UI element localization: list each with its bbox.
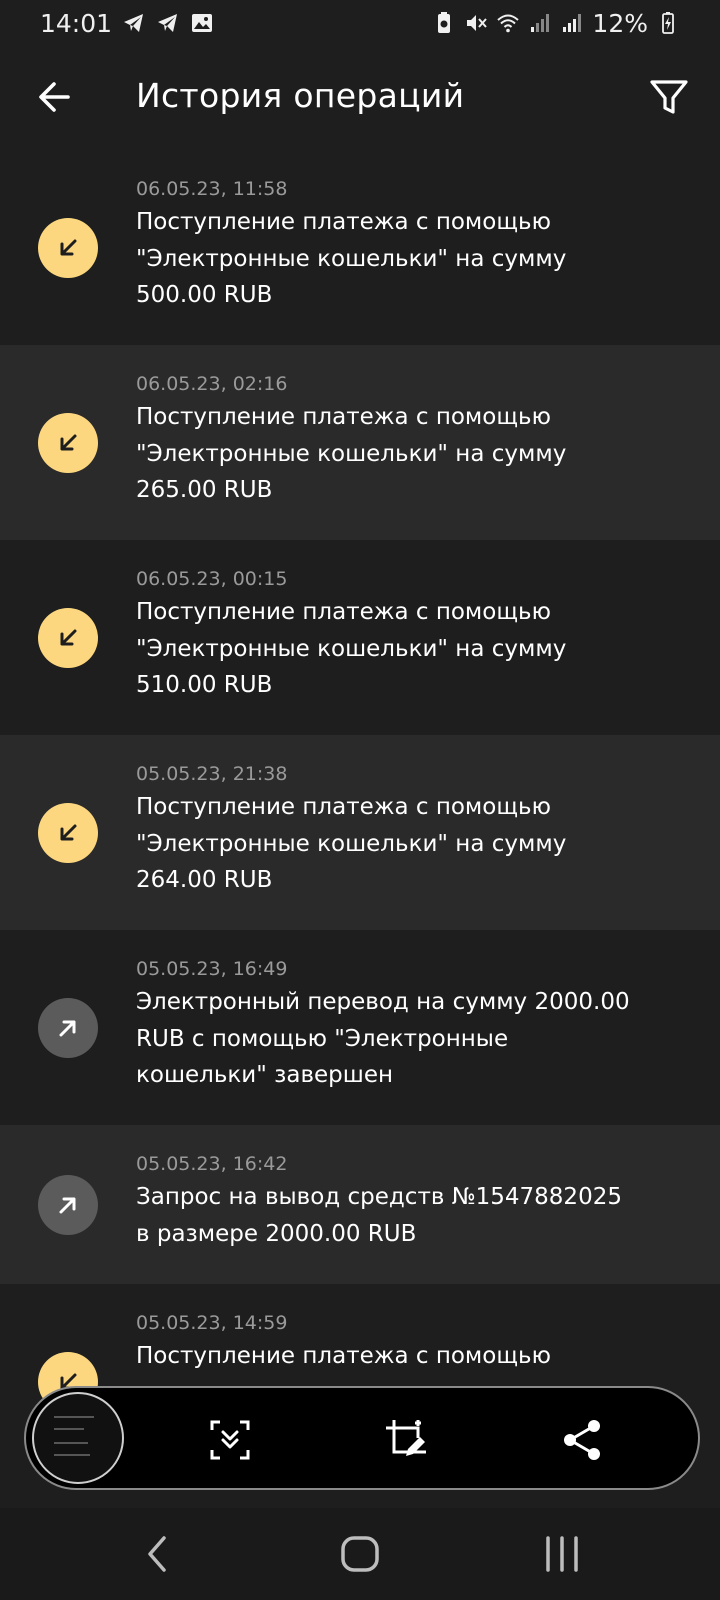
screenshot-thumbnail[interactable] — [32, 1392, 124, 1484]
nav-home-icon[interactable] — [336, 1530, 384, 1578]
wifi-icon — [497, 14, 520, 33]
battery-percent: 12% — [592, 8, 648, 38]
operation-text: Запрос на вывод средств №1547882025 в ра… — [136, 1184, 622, 1247]
telegram-icon — [158, 14, 178, 32]
operation-date: 05.05.23, 14:59 — [136, 1312, 288, 1334]
operation-item[interactable]: 05.05.23, 16:42 Запрос на вывод средств … — [0, 1125, 720, 1284]
mute-icon — [467, 15, 488, 31]
operation-item[interactable]: 06.05.23, 00:15 Поступление платежа с по… — [0, 540, 720, 735]
operation-date: 05.05.23, 16:49 — [136, 958, 288, 980]
battery-charging-icon — [662, 12, 674, 34]
operation-text: Поступление платежа с помощью "Электронн… — [136, 209, 567, 308]
nav-recents-icon[interactable] — [538, 1530, 586, 1578]
operation-item[interactable]: 06.05.23, 11:58 Поступление платежа с по… — [0, 150, 720, 345]
outgoing-arrow-icon — [38, 1175, 98, 1235]
operation-date: 05.05.23, 21:38 — [136, 763, 288, 785]
status-right: 12% — [432, 9, 680, 38]
nav-back-icon[interactable] — [134, 1530, 182, 1578]
scroll-capture-icon[interactable] — [206, 1416, 254, 1464]
incoming-arrow-icon — [38, 413, 98, 473]
operation-text: Поступление платежа с помощью "Электронн… — [136, 794, 567, 893]
operations-list: 06.05.23, 11:58 Поступление платежа с по… — [0, 150, 720, 1479]
battery-saver-icon — [438, 12, 451, 33]
telegram-icon — [124, 14, 144, 32]
operation-date: 05.05.23, 16:42 — [136, 1153, 288, 1175]
navigation-bar — [0, 1508, 720, 1600]
operation-date: 06.05.23, 00:15 — [136, 568, 288, 590]
share-icon[interactable] — [558, 1416, 606, 1464]
operation-text: Поступление платежа с помощью — [136, 1343, 551, 1369]
operation-item[interactable]: 05.05.23, 21:38 Поступление платежа с по… — [0, 735, 720, 930]
outgoing-arrow-icon — [38, 998, 98, 1058]
incoming-arrow-icon — [38, 803, 98, 863]
incoming-arrow-icon — [38, 218, 98, 278]
filter-button[interactable] — [644, 72, 694, 122]
page-title: История операций — [136, 76, 465, 115]
gallery-icon — [192, 14, 213, 32]
operation-text: Поступление платежа с помощью "Электронн… — [136, 404, 567, 503]
signal-icon — [563, 14, 582, 32]
operation-date: 06.05.23, 02:16 — [136, 373, 288, 395]
status-bar: 14:01 12% — [0, 0, 720, 46]
crop-edit-icon[interactable] — [382, 1416, 430, 1464]
operation-item[interactable]: 05.05.23, 16:49 Электронный перевод на с… — [0, 930, 720, 1125]
operation-date: 06.05.23, 11:58 — [136, 178, 288, 200]
operation-item[interactable]: 06.05.23, 02:16 Поступление платежа с по… — [0, 345, 720, 540]
signal-icon — [531, 14, 550, 32]
app-bar: История операций — [0, 46, 720, 150]
screen: 14:01 12% История операций 06.05.23, 11:… — [0, 0, 720, 1600]
status-time: 14:01 — [40, 8, 113, 38]
status-left: 14:01 — [40, 9, 214, 38]
incoming-arrow-icon — [38, 608, 98, 668]
screenshot-toolbar — [24, 1386, 700, 1490]
operation-text: Поступление платежа с помощью "Электронн… — [136, 599, 567, 698]
operation-text: Электронный перевод на сумму 2000.00 RUB… — [136, 989, 630, 1088]
back-button[interactable] — [30, 72, 80, 122]
